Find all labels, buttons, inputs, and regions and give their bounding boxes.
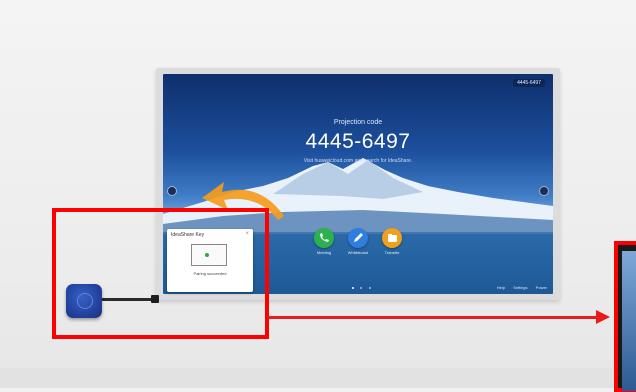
left-side-button[interactable] [167, 186, 177, 196]
projection-code: 4445-6497 [305, 130, 411, 153]
page-dot-active [352, 287, 354, 289]
red-arrow-line [268, 316, 598, 319]
app-whiteboard[interactable]: Whiteboard [347, 228, 369, 255]
app-transfer-label: Transfer [384, 250, 400, 255]
app-whiteboard-label: Whiteboard [347, 250, 369, 255]
settings-button[interactable]: Settings [513, 285, 527, 290]
app-meeting-label: Meeting [316, 250, 332, 255]
photo-scene: 4445-6497 Projection code 4445-6497 Visi… [0, 0, 636, 392]
bottom-status-bar: Help Settings Power [490, 285, 547, 290]
phone-icon [314, 228, 334, 248]
projection-instruction: Visit huaweicloud.com and search for Ide… [303, 158, 413, 164]
folder-icon [382, 228, 402, 248]
red-arrow-head [596, 310, 610, 324]
right-side-button[interactable] [539, 186, 549, 196]
app-meeting[interactable]: Meeting [313, 228, 335, 255]
pen-icon [348, 228, 368, 248]
app-transfer[interactable]: Transfer [381, 228, 403, 255]
floor [0, 368, 636, 388]
highlight-box-right [614, 241, 636, 392]
help-button[interactable]: Help [497, 285, 505, 290]
highlight-box [52, 208, 269, 339]
page-dot [368, 287, 371, 289]
power-button[interactable]: Power [536, 285, 547, 290]
top-right-code: 4445-6497 [513, 79, 545, 87]
page-dot [360, 287, 363, 289]
page-indicator [351, 276, 372, 294]
cropped-screen-preview [622, 251, 636, 391]
projection-label: Projection code [333, 119, 383, 126]
